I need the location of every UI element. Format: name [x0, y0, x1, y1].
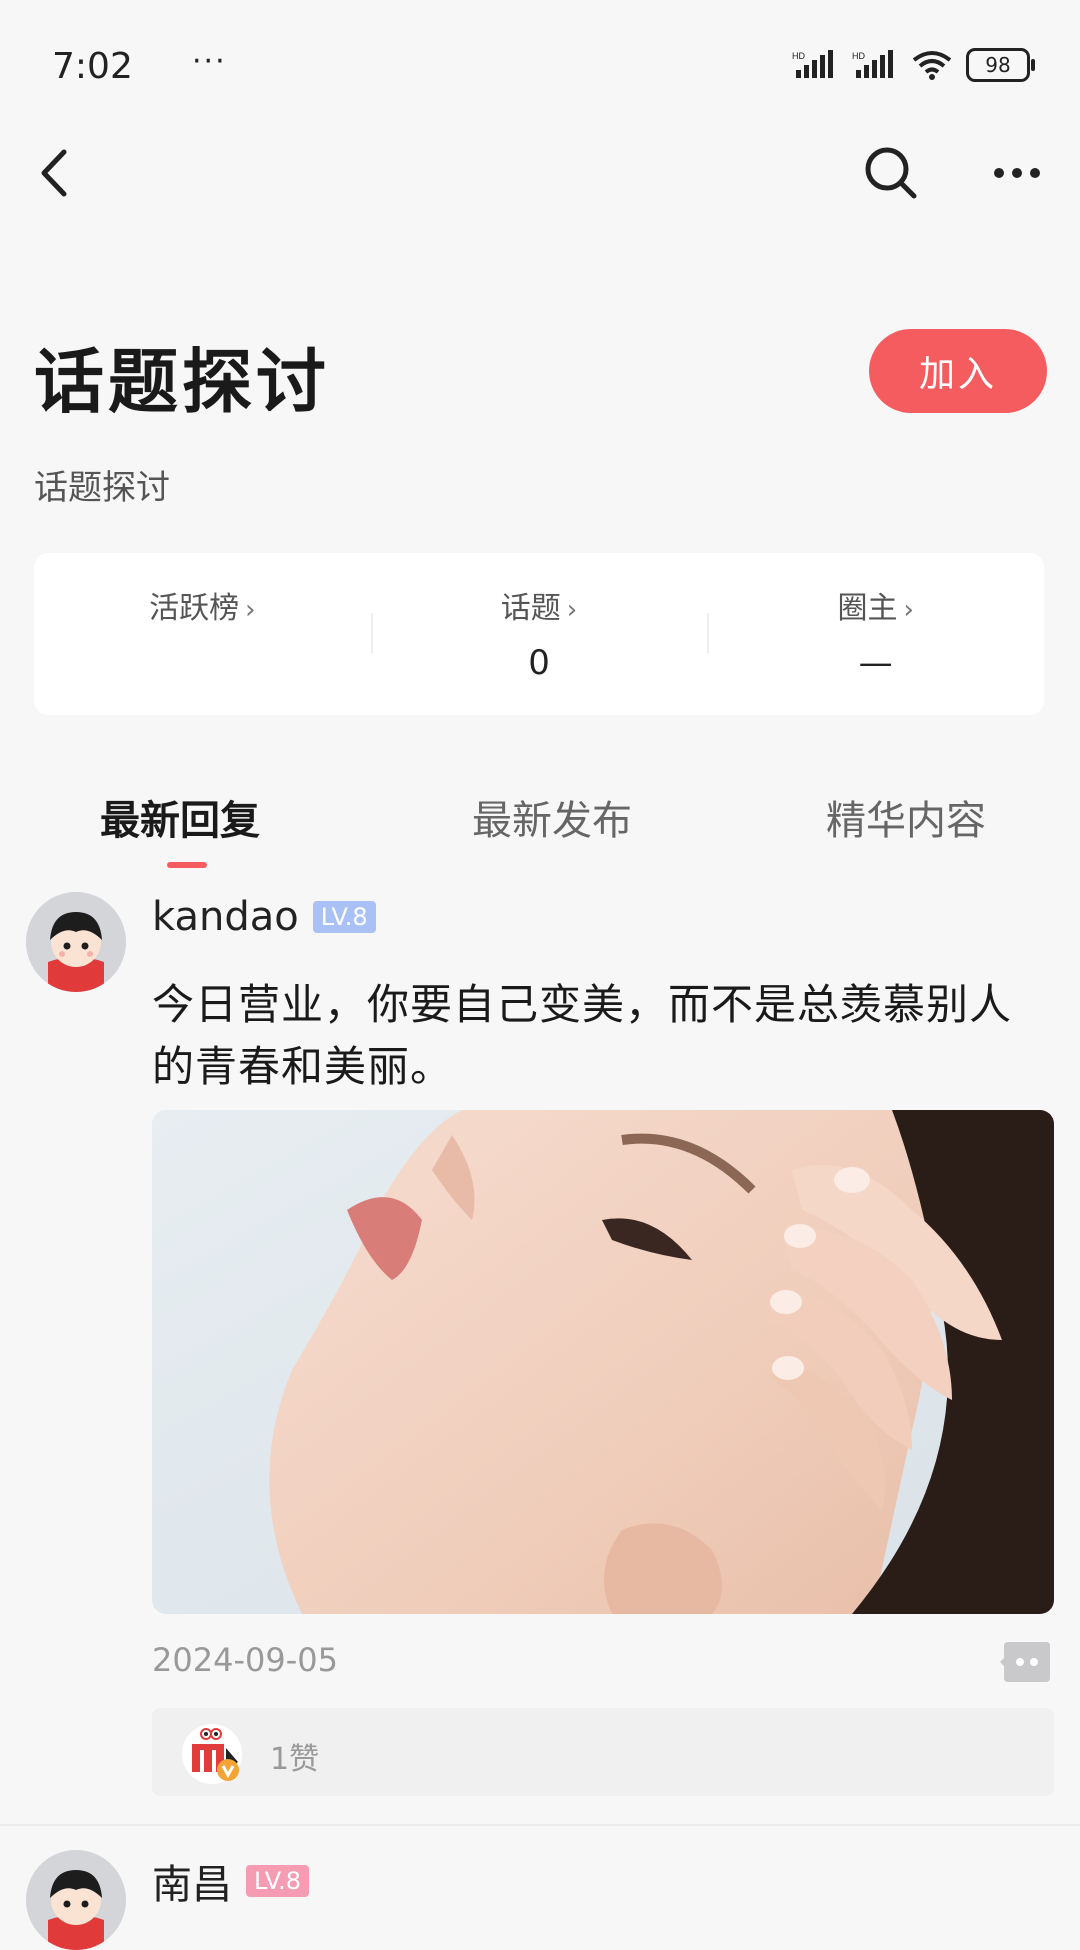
stat-label: 圈主 ›: [837, 591, 914, 626]
face-photo: [152, 1110, 1054, 1614]
page-title: 话题探讨: [34, 341, 330, 423]
signal-icon: HD: [792, 50, 833, 78]
svg-text:HD: HD: [792, 51, 805, 61]
search-icon: [865, 147, 917, 199]
username[interactable]: kandao: [152, 894, 299, 940]
chevron-right-icon: ›: [566, 595, 578, 625]
stat-topics[interactable]: 话题 › 0: [370, 553, 708, 715]
stat-activity-rank[interactable]: 活跃榜 ›: [34, 553, 371, 715]
cartoon-avatar-icon: [26, 892, 126, 992]
liker-logo-icon: [182, 1724, 242, 1784]
stat-value: —: [858, 643, 893, 683]
stat-value: 0: [528, 643, 550, 683]
chevron-right-icon: ›: [245, 595, 256, 625]
cartoon-avatar-icon: [26, 1850, 126, 1950]
likes-count: 1赞: [270, 1742, 320, 1777]
likes-bar[interactable]: 1赞: [152, 1708, 1054, 1796]
tab-latest-replies[interactable]: 最新回复: [100, 788, 260, 846]
chevron-left-icon: [41, 149, 67, 197]
stats-card: 活跃榜 › 话题 › 0 圈主 › —: [34, 553, 1044, 715]
avatar[interactable]: [26, 1850, 126, 1950]
signal-icon-2: HD: [852, 50, 893, 78]
svg-text:HD: HD: [852, 51, 865, 61]
search-button[interactable]: [862, 144, 920, 202]
level-badge: LV.8: [246, 1865, 309, 1897]
level-badge: LV.8: [312, 901, 376, 933]
status-icons: HD HD 98: [792, 48, 1035, 82]
back-button[interactable]: [30, 148, 80, 198]
chevron-right-icon: ›: [903, 595, 914, 625]
battery-icon: 98: [966, 48, 1035, 82]
comment-button[interactable]: [1000, 1640, 1050, 1684]
page-subtitle: 话题探讨: [34, 468, 170, 508]
tab-featured[interactable]: 精华内容: [826, 788, 986, 846]
more-button[interactable]: [992, 155, 1042, 191]
join-button[interactable]: 加入: [869, 329, 1047, 413]
post-divider: [0, 1824, 1080, 1826]
comment-icon: [1000, 1642, 1050, 1682]
post-image[interactable]: [152, 1110, 1054, 1614]
status-time: 7:02: [52, 46, 133, 87]
wifi-icon: [912, 51, 952, 80]
post-date: 2024-09-05: [152, 1641, 338, 1679]
post-header: kandao LV.8: [152, 894, 376, 940]
more-horizontal-icon: [994, 168, 1040, 178]
battery-level: 98: [985, 53, 1011, 77]
stat-owner[interactable]: 圈主 › —: [707, 553, 1044, 715]
post-text[interactable]: 今日营业，你要自己变美，而不是总羡慕别人的青春和美丽。: [152, 974, 1052, 1098]
stat-label: 话题 ›: [500, 591, 578, 626]
avatar[interactable]: [26, 892, 126, 992]
liker-avatar[interactable]: [182, 1724, 242, 1784]
post-header: 南昌 LV.8: [152, 1852, 309, 1910]
tab-latest-posts[interactable]: 最新发布: [472, 788, 632, 846]
status-more-icon: ···: [192, 44, 227, 79]
stat-label: 活跃榜 ›: [149, 591, 256, 626]
username[interactable]: 南昌: [152, 1852, 232, 1910]
tab-indicator: [167, 862, 207, 868]
